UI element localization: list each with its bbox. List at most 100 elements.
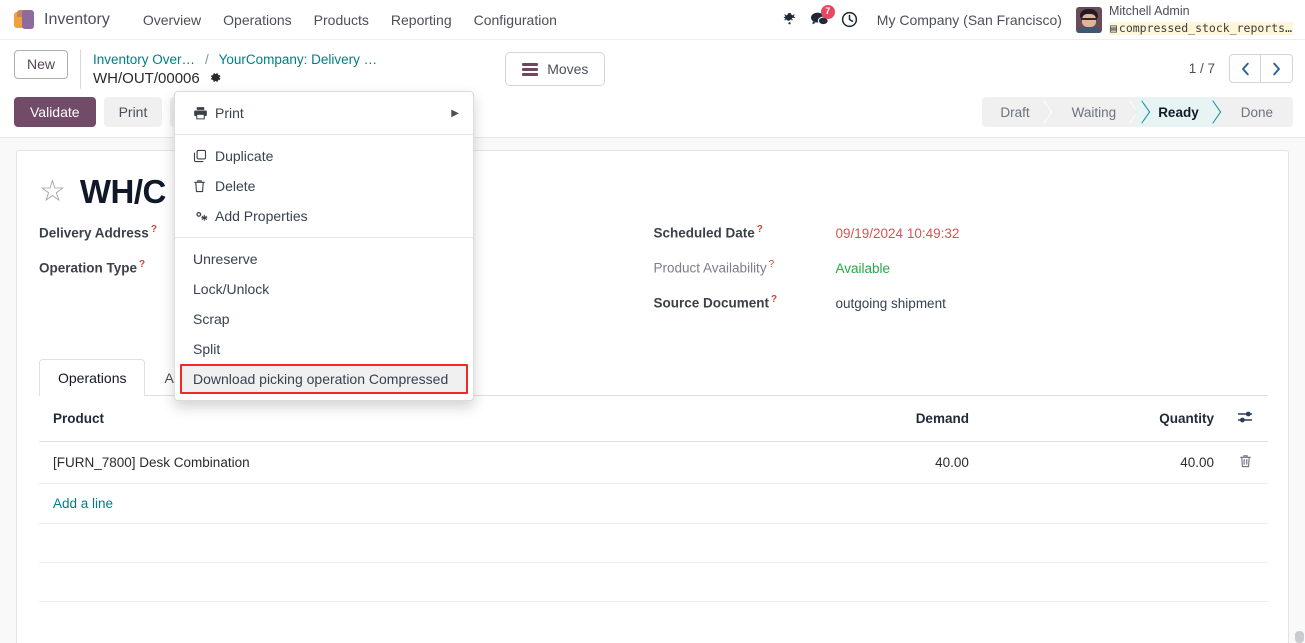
menu-item-print-label: Print [215,105,244,121]
page-title: WH/C [79,173,166,211]
nav-item-overview[interactable]: Overview [132,6,212,34]
menu-separator [175,134,473,135]
breadcrumb: Inventory Over… / YourCompany: Delivery … [80,50,378,90]
copy-icon [193,149,215,163]
menu-item-lock-unlock[interactable]: Lock/Unlock [175,274,473,304]
odoo-logo-icon[interactable] [14,9,34,31]
status-step-waiting[interactable]: Waiting [1050,97,1137,127]
moves-button-wrapper: Moves [505,50,606,86]
add-a-line-button[interactable]: Add a line [53,496,113,511]
field-source-document: Source Document? outgoing shipment [654,294,1269,329]
nav-item-operations[interactable]: Operations [212,6,302,34]
bug-icon[interactable] [775,5,805,35]
menu-item-add-properties[interactable]: Add Properties [175,201,473,231]
print-button[interactable]: Print [103,97,163,128]
column-header-demand[interactable]: Demand [736,396,977,443]
breadcrumb-current-record: WH/OUT/00006 [93,70,200,88]
user-name: Mitchell Admin [1108,4,1190,19]
new-button[interactable]: New [14,50,69,79]
table-row[interactable]: [FURN_7800] Desk Combination 40.00 40.00 [39,441,1268,485]
field-value-scheduled-date[interactable]: 09/19/2024 10:49:32 [836,226,960,241]
help-icon[interactable]: ? [139,259,145,270]
field-scheduled-date: Scheduled Date? 09/19/2024 10:49:32 [654,224,1269,259]
label-text: Scheduled Date [653,225,755,241]
cell-product[interactable]: [FURN_7800] Desk Combination [39,441,737,485]
optional-columns-button[interactable] [1222,396,1268,443]
scrollbar-thumb[interactable] [1295,631,1304,643]
pager-next-button[interactable] [1261,54,1293,83]
field-label-scheduled-date: Scheduled Date? [654,224,836,241]
company-selector[interactable]: My Company (San Francisco) [877,12,1062,28]
nav-item-products[interactable]: Products [303,6,380,34]
user-database-label: ▤ compressed_stock_reports… [1108,20,1293,35]
menu-separator [175,237,473,238]
breadcrumb-parent-link[interactable]: YourCompany: Delivery … [219,52,378,67]
tab-operations[interactable]: Operations [39,359,146,397]
nav-item-configuration[interactable]: Configuration [463,6,568,34]
add-line-row[interactable]: Add a line [39,483,1268,525]
status-step-ready[interactable]: Ready [1136,97,1219,128]
help-icon[interactable]: ? [769,259,775,270]
trash-icon [193,179,215,193]
settings-gears-icon [193,209,215,223]
star-icon[interactable]: ☆ [39,176,66,207]
menu-item-duplicate[interactable]: Duplicate [175,141,473,171]
breadcrumb-root-link[interactable]: Inventory Over… [93,52,195,67]
control-panel-top-row: New Inventory Over… / YourCompany: Deliv… [0,40,1305,95]
table-header: Product Demand Quantity [39,396,1268,443]
avatar [1075,6,1102,33]
nav-item-reporting[interactable]: Reporting [380,6,463,34]
table-body: [FURN_7800] Desk Combination 40.00 40.00 [39,441,1268,603]
label-text: Operation Type [39,260,138,276]
menu-item-duplicate-label: Duplicate [215,148,274,164]
menu-item-delete-label: Delete [215,178,256,194]
table-filler-row [39,562,1268,603]
breadcrumb-separator: / [204,52,209,67]
gear-icon[interactable] [209,71,222,87]
messages-icon[interactable]: 7 [805,4,835,35]
table-filler-row [39,523,1268,564]
user-database-name: compressed_stock_reports… [1118,20,1292,35]
menu-item-delete[interactable]: Delete [175,171,473,201]
cell-demand[interactable]: 40.00 [736,441,977,485]
label-text: Delivery Address [39,225,149,241]
menu-item-print[interactable]: Print ▶ [175,98,473,128]
field-product-availability: Product Availability? Available [654,259,1269,294]
form-column-right: Scheduled Date? 09/19/2024 10:49:32 Prod… [654,224,1269,329]
menu-item-add-properties-label: Add Properties [215,208,308,224]
moves-button[interactable]: Moves [505,52,606,86]
app-name[interactable]: Inventory [44,11,110,29]
table-header-row: Product Demand Quantity [39,396,1268,443]
database-icon: ▤ [1109,20,1117,35]
trash-icon[interactable] [1239,455,1252,471]
menu-item-scrap[interactable]: Scrap [175,304,473,334]
menu-item-split[interactable]: Split [175,334,473,364]
help-icon[interactable]: ? [771,294,777,305]
label-text: Source Document [653,295,770,311]
cell-delete[interactable] [1222,441,1268,485]
user-menu[interactable]: Mitchell Admin ▤ compressed_stock_reports… [1070,4,1293,35]
field-value-product-availability: Available [835,260,891,276]
bars-icon [522,62,539,76]
operations-table: Product Demand Quantity [FURN_7800] Desk… [39,396,1268,603]
cell-quantity[interactable]: 40.00 [976,441,1222,485]
column-header-product[interactable]: Product [39,396,737,443]
status-step-draft[interactable]: Draft [982,97,1049,127]
clock-icon[interactable] [835,5,865,35]
menu-item-unreserve[interactable]: Unreserve [175,244,473,274]
menu-item-download-picking-operation-compressed[interactable]: Download picking operation Compressed [180,364,468,394]
validate-button[interactable]: Validate [14,97,96,128]
printer-icon [193,106,215,120]
pager-counter: 1 / 7 [1188,61,1215,76]
pager-previous-button[interactable] [1229,54,1261,83]
help-icon[interactable]: ? [757,224,763,235]
field-label-product-availability: Product Availability? [654,259,836,276]
status-step-done[interactable]: Done [1219,97,1293,127]
field-label-source-document: Source Document? [654,294,836,311]
messages-badge: 7 [820,4,835,19]
column-header-quantity[interactable]: Quantity [976,396,1222,443]
pager: 1 / 7 [1189,50,1293,83]
field-value-source-document[interactable]: outgoing shipment [836,296,946,311]
help-icon[interactable]: ? [151,224,157,235]
add-line-cell[interactable]: Add a line [39,483,1268,525]
